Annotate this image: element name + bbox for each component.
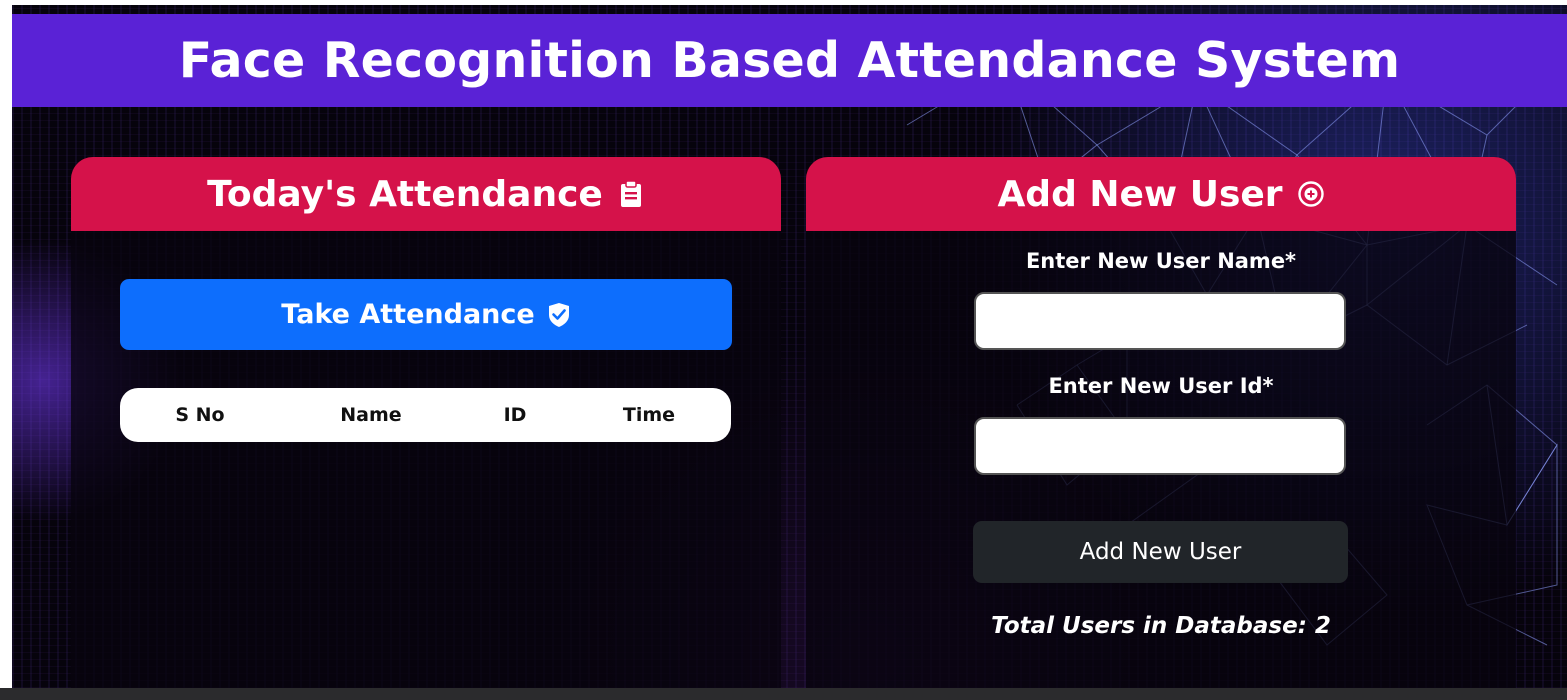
column-header-sno: S No [175, 404, 225, 426]
attendance-table-header: S No Name ID Time [120, 388, 731, 442]
column-header-id: ID [503, 404, 527, 426]
add-user-panel-header: Add New User [806, 157, 1516, 231]
add-user-panel: Add New User Enter New User Name* Enter … [806, 157, 1516, 688]
take-attendance-button[interactable]: Take Attendance [120, 279, 732, 350]
add-user-panel-title: Add New User [997, 173, 1283, 215]
app-header: Face Recognition Based Attendance System [12, 14, 1567, 107]
clipboard-icon [620, 180, 641, 207]
attendance-panel-title: Today's Attendance [207, 173, 603, 215]
total-users-text: Total Users in Database: 2 [991, 613, 1331, 639]
shield-check-icon [548, 302, 569, 327]
username-input[interactable] [974, 292, 1346, 350]
add-new-user-label: Add New User [1079, 539, 1242, 565]
column-header-name: Name [340, 404, 402, 426]
attendance-panel-header: Today's Attendance [71, 157, 781, 231]
attendance-panel: Today's Attendance Take Attendance S No … [71, 157, 781, 688]
app-background: Face Recognition Based Attendance System… [12, 5, 1567, 688]
page-title: Face Recognition Based Attendance System [178, 32, 1401, 89]
userid-input[interactable] [974, 417, 1346, 475]
plus-circle-icon [1297, 181, 1324, 207]
column-header-time: Time [622, 404, 676, 426]
userid-label: Enter New User Id* [1048, 374, 1274, 398]
username-label: Enter New User Name* [1025, 249, 1297, 273]
take-attendance-label: Take Attendance [281, 299, 535, 330]
bottom-bar [0, 688, 1567, 700]
add-new-user-button[interactable]: Add New User [973, 521, 1348, 583]
